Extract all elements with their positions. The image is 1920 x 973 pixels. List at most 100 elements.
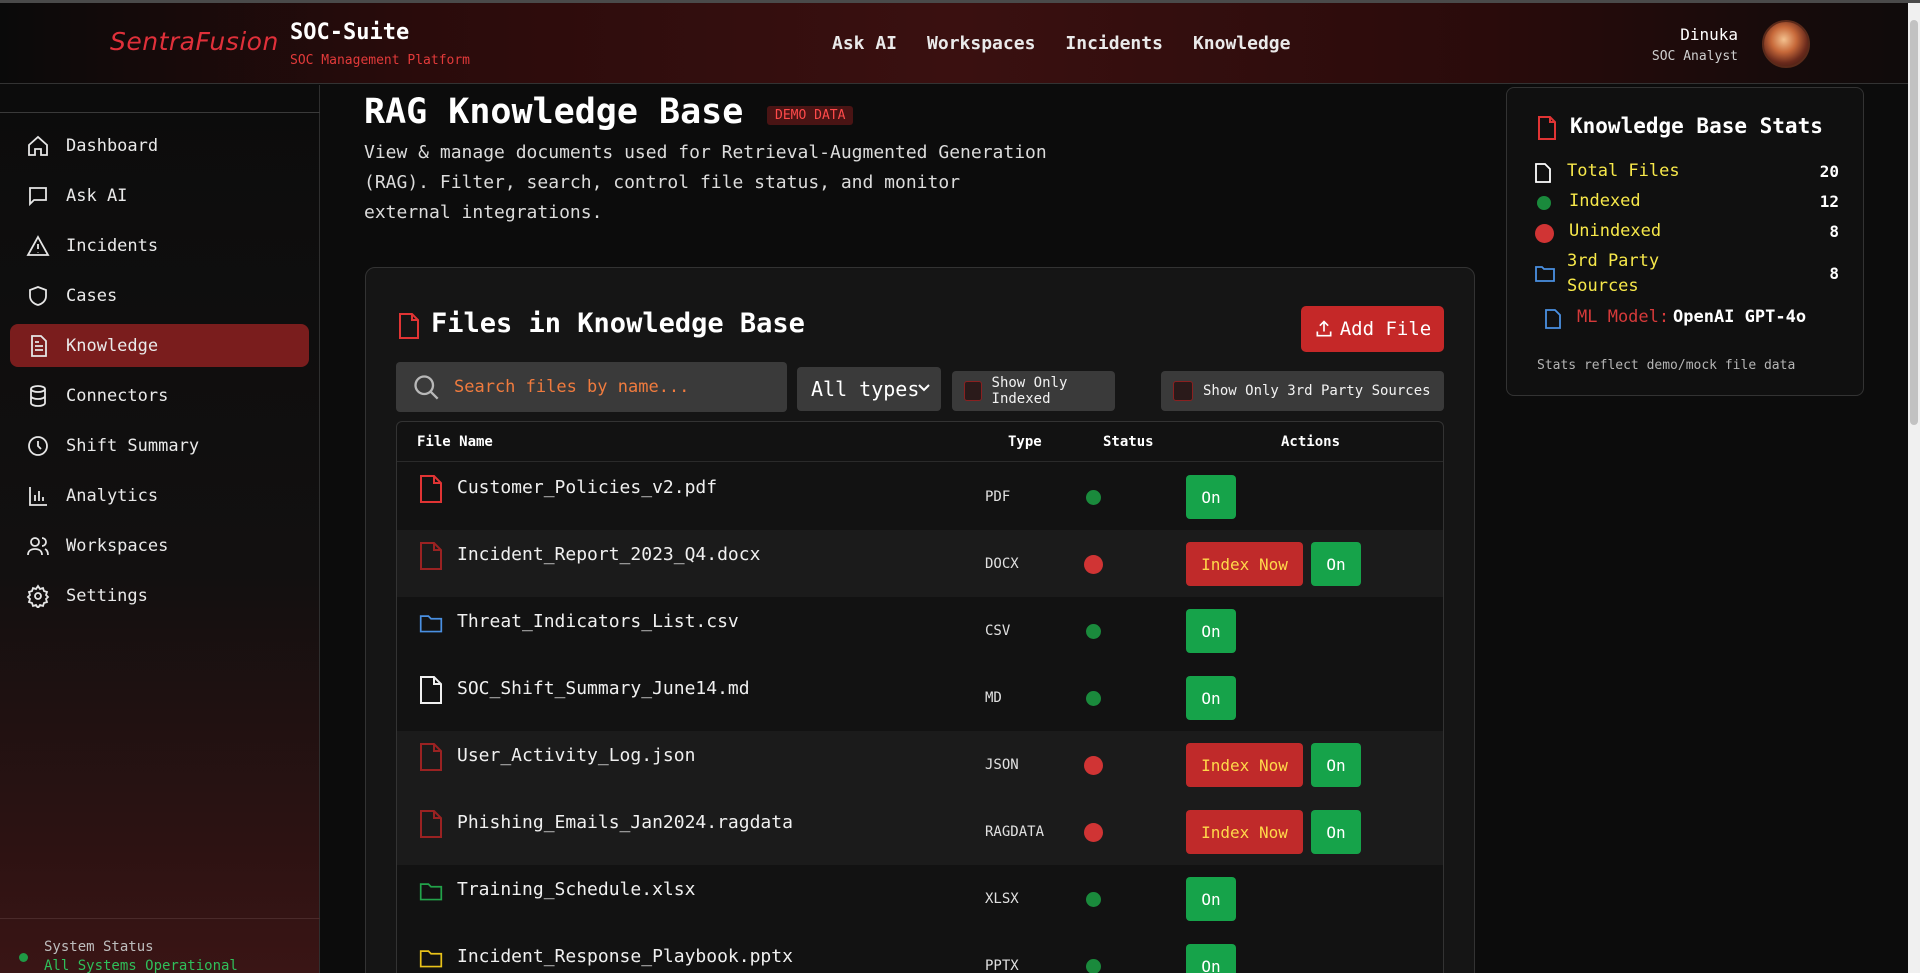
stat-indexed: Indexed 12 xyxy=(1535,191,1839,215)
file-name[interactable]: Customer_Policies_v2.pdf xyxy=(457,477,717,498)
sidebar-item-analytics[interactable]: Analytics xyxy=(10,474,309,517)
file-name[interactable]: Training_Schedule.xlsx xyxy=(457,879,695,900)
table-row[interactable]: Threat_Indicators_List.csv CSV On xyxy=(397,597,1443,664)
file-icon xyxy=(420,475,442,503)
stat-third-party: 3rd Party Sources 8 xyxy=(1535,249,1839,299)
stat-unindexed: Unindexed 8 xyxy=(1535,221,1839,245)
stats-footnote: Stats reflect demo/mock file data xyxy=(1537,358,1796,373)
page-description: View & manage documents used for Retriev… xyxy=(364,142,1047,223)
table-row[interactable]: Training_Schedule.xlsx XLSX On xyxy=(397,865,1443,932)
file-type: MD xyxy=(985,690,1002,706)
file-name[interactable]: Phishing_Emails_Jan2024.ragdata xyxy=(457,812,793,833)
top-nav: Ask AI Workspaces Incidents Knowledge xyxy=(832,33,1291,54)
chat-icon xyxy=(29,186,47,206)
top-nav-knowledge[interactable]: Knowledge xyxy=(1193,33,1291,54)
status-unindexed-dot xyxy=(1084,555,1103,574)
sidebar-item-label: Cases xyxy=(66,285,118,306)
status-dot-icon xyxy=(19,953,28,962)
sidebar-item-settings[interactable]: Settings xyxy=(10,574,309,617)
type-select[interactable]: All types xyxy=(797,367,941,411)
knowledge-base-stats-card: Knowledge Base Stats Total Files 20 Inde… xyxy=(1506,87,1864,396)
gear-icon xyxy=(26,583,50,608)
sidebar-item-shift-summary[interactable]: Shift Summary xyxy=(10,424,309,467)
table-row[interactable]: Phishing_Emails_Jan2024.ragdata RAGDATA … xyxy=(397,798,1443,865)
sidebar-item-connectors[interactable]: Connectors xyxy=(10,374,309,417)
file-name[interactable]: SOC_Shift_Summary_June14.md xyxy=(457,678,750,699)
brand-logo[interactable]: SentraFusion xyxy=(110,27,279,56)
file-type: PPTX xyxy=(985,958,1019,973)
sidebar-item-workspaces[interactable]: Workspaces xyxy=(10,524,309,567)
on-toggle-button[interactable]: On xyxy=(1186,877,1236,921)
filter-indexed-label: Show Only Indexed xyxy=(991,375,1068,407)
index-now-button[interactable]: Index Now xyxy=(1186,743,1303,787)
stat-label: Indexed xyxy=(1569,191,1641,211)
file-icon xyxy=(420,743,442,771)
file-type: CSV xyxy=(985,623,1011,639)
stat-value: 8 xyxy=(1829,264,1839,283)
status-unindexed-dot xyxy=(1084,756,1103,775)
status-indexed-dot xyxy=(1086,490,1101,505)
table-row[interactable]: SOC_Shift_Summary_June14.md MD On xyxy=(397,664,1443,731)
index-now-button[interactable]: Index Now xyxy=(1186,810,1303,854)
database-icon xyxy=(30,384,46,407)
sidebar-item-dashboard[interactable]: Dashboard xyxy=(10,124,309,167)
avatar[interactable] xyxy=(1762,20,1810,68)
on-toggle-button[interactable]: On xyxy=(1186,944,1236,973)
top-nav-workspaces[interactable]: Workspaces xyxy=(927,33,1035,54)
system-status-divider xyxy=(0,918,320,919)
top-nav-ask-ai[interactable]: Ask AI xyxy=(832,33,897,54)
on-toggle-button[interactable]: On xyxy=(1311,542,1361,586)
folder-icon xyxy=(1535,266,1555,282)
filter-third-party-checkbox[interactable] xyxy=(1173,381,1193,401)
shield-icon xyxy=(29,285,47,306)
search-input[interactable] xyxy=(454,377,774,397)
file-icon xyxy=(1545,309,1561,329)
alert-triangle-icon xyxy=(26,234,50,256)
sidebar-item-label: Incidents xyxy=(66,235,159,256)
on-toggle-button[interactable]: On xyxy=(1311,810,1361,854)
file-type: JSON xyxy=(985,757,1019,773)
users-icon xyxy=(27,536,49,555)
file-name[interactable]: Incident_Report_2023_Q4.docx xyxy=(457,544,760,565)
sidebar-item-ask-ai[interactable]: Ask AI xyxy=(10,174,309,217)
file-icon xyxy=(1535,163,1551,183)
table-row[interactable]: Customer_Policies_v2.pdf PDF On xyxy=(397,463,1443,530)
search-icon xyxy=(414,375,439,400)
top-nav-incidents[interactable]: Incidents xyxy=(1065,33,1163,54)
sidebar-item-cases[interactable]: Cases xyxy=(10,274,309,317)
status-unindexed-dot xyxy=(1084,823,1103,842)
sidebar-item-knowledge[interactable]: Knowledge xyxy=(10,324,309,367)
app-subtitle: SOC Management Platform xyxy=(290,53,471,68)
scrollbar-thumb[interactable] xyxy=(1910,20,1918,425)
column-header-file-name[interactable]: File Name xyxy=(417,434,493,450)
on-toggle-button[interactable]: On xyxy=(1311,743,1361,787)
file-type: DOCX xyxy=(985,556,1019,572)
sidebar-item-incidents[interactable]: Incidents xyxy=(10,224,309,267)
table-row[interactable]: Incident_Report_2023_Q4.docx DOCX Index … xyxy=(397,530,1443,597)
index-now-button[interactable]: Index Now xyxy=(1186,542,1303,586)
sidebar-item-label: Shift Summary xyxy=(66,435,200,456)
file-name[interactable]: Incident_Response_Playbook.pptx xyxy=(457,946,793,967)
file-name[interactable]: Threat_Indicators_List.csv xyxy=(457,611,739,632)
column-header-status[interactable]: Status xyxy=(1103,434,1154,450)
filter-indexed-checkbox[interactable] xyxy=(964,381,982,401)
add-file-label: Add File xyxy=(1339,318,1432,340)
add-file-button[interactable]: Add File xyxy=(1301,306,1444,352)
on-toggle-button[interactable]: On xyxy=(1186,609,1236,653)
table-row[interactable]: User_Activity_Log.json JSON Index Now On xyxy=(397,731,1443,798)
table-row[interactable]: Incident_Response_Playbook.pptx PPTX On xyxy=(397,932,1443,973)
file-icon xyxy=(1538,116,1556,140)
on-toggle-button[interactable]: On xyxy=(1186,475,1236,519)
stat-value: 12 xyxy=(1819,192,1839,211)
user-role: SOC Analyst xyxy=(1651,49,1738,64)
column-header-type[interactable]: Type xyxy=(1008,434,1042,450)
filter-third-party-toggle[interactable]: Show Only 3rd Party Sources xyxy=(1161,371,1444,411)
sidebar-divider xyxy=(0,112,320,113)
filter-indexed-toggle[interactable]: Show Only Indexed xyxy=(952,371,1115,411)
filter-third-party-label: Show Only 3rd Party Sources xyxy=(1203,383,1431,399)
file-type: XLSX xyxy=(985,891,1019,907)
file-name[interactable]: User_Activity_Log.json xyxy=(457,745,695,766)
chevron-down-icon xyxy=(918,384,930,392)
on-toggle-button[interactable]: On xyxy=(1186,676,1236,720)
stat-value: 20 xyxy=(1819,162,1839,181)
